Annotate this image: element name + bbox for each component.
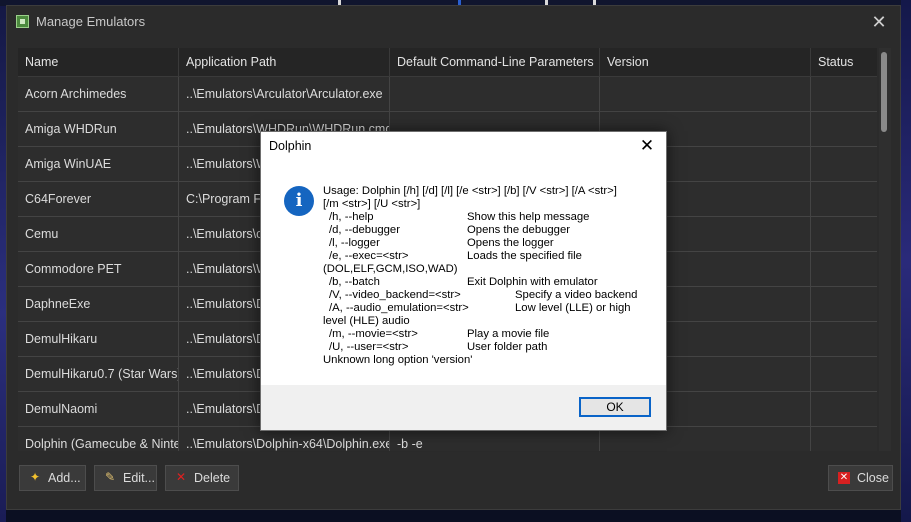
window-titlebar: Manage Emulators ✕: [7, 6, 900, 38]
option-line: /h, --help Show this help message: [323, 211, 653, 224]
edit-button[interactable]: ✎ Edit...: [94, 465, 157, 491]
option-wrap-line: (DOL,ELF,GCM,ISO,WAD): [323, 263, 653, 276]
cell-name: Amiga WinUAE: [18, 147, 179, 182]
option-flag: /m, --movie=<str>: [329, 328, 418, 340]
option-line: /l, --logger Opens the logger: [323, 237, 653, 250]
option-wrap-line: level (HLE) audio: [323, 315, 653, 328]
cell-status: [811, 112, 877, 147]
option-flag: /h, --help: [329, 211, 374, 223]
cell-name: DemulHikaru0.7 (Star Wars): [18, 357, 179, 392]
option-line: /V, --video_backend=<str> Specify a video…: [323, 289, 653, 302]
usage-line: Usage: Dolphin [/h] [/d] [/l] [/e <str>]…: [323, 185, 653, 198]
column-header-name[interactable]: Name: [18, 48, 179, 76]
option-flag: /l, --logger: [329, 237, 380, 249]
column-header-params[interactable]: Default Command-Line Parameters: [390, 48, 600, 76]
cell-status: [811, 217, 877, 252]
column-header-path[interactable]: Application Path: [179, 48, 390, 76]
cell-params: [390, 77, 600, 112]
delete-icon: ✕: [175, 470, 187, 484]
cell-name: Dolphin (Gamecube & Nintendo Wii): [18, 427, 179, 451]
option-line: /d, --debugger Opens the debugger: [323, 224, 653, 237]
usage-text: Usage: Dolphin [/h] [/d] [/l] [/e <str>]…: [323, 185, 617, 197]
cell-name: DemulHikaru: [18, 322, 179, 357]
dolphin-dialog: Dolphin ✕ i Usage: Dolphin [/h] [/d] [/l…: [260, 131, 667, 431]
option-line: /e, --exec=<str> Loads the specified file: [323, 250, 653, 263]
cell-name: Cemu: [18, 217, 179, 252]
dialog-title: Dolphin: [269, 139, 312, 153]
usage-text: [/m <str>] [/U <str>]: [323, 198, 421, 210]
add-icon: ✦: [29, 470, 41, 484]
cell-name: Amiga WHDRun: [18, 112, 179, 147]
table-row[interactable]: Acorn Archimedes ..\Emulators\Arculator\A…: [18, 77, 877, 112]
cell-status: [811, 252, 877, 287]
cell-status: [811, 322, 877, 357]
option-flag: /e, --exec=<str>: [329, 250, 409, 262]
cell-status: [811, 147, 877, 182]
dialog-close-icon[interactable]: ✕: [636, 135, 658, 157]
option-flag: /d, --debugger: [329, 224, 400, 236]
app-icon: [16, 15, 29, 28]
dialog-message: Usage: Dolphin [/h] [/d] [/l] [/e <str>]…: [323, 185, 653, 367]
option-wrap-text: level (HLE) audio: [323, 315, 410, 327]
cell-name: DaphneExe: [18, 287, 179, 322]
usage-line: [/m <str>] [/U <str>]: [323, 198, 653, 211]
option-desc: User folder path: [467, 341, 548, 353]
option-flag: /b, --batch: [329, 276, 380, 288]
cell-version: [600, 77, 811, 112]
option-line: /b, --batch Exit Dolphin with emulator: [323, 276, 653, 289]
table-header: Name Application Path Default Command-Li…: [18, 48, 877, 77]
scrollbar-thumb[interactable]: [881, 52, 887, 132]
add-button[interactable]: ✦ Add...: [19, 465, 86, 491]
desktop-background-right: [901, 0, 911, 522]
option-flag: /U, --user=<str>: [329, 341, 409, 353]
option-line: /U, --user=<str> User folder path: [323, 341, 653, 354]
close-button-label: Close: [857, 471, 889, 485]
cell-status: [811, 427, 877, 451]
option-desc: Play a movie file: [467, 328, 550, 340]
option-desc: Specify a video backend: [515, 289, 638, 301]
option-desc: Opens the logger: [467, 237, 554, 249]
option-line: /A, --audio_emulation=<str> Low level (LL…: [323, 302, 653, 315]
option-desc: Show this help message: [467, 211, 590, 223]
cell-status: [811, 392, 877, 427]
cell-status: [811, 182, 877, 217]
edit-button-label: Edit...: [123, 471, 155, 485]
delete-button-label: Delete: [194, 471, 231, 485]
table-scrollbar[interactable]: [879, 48, 891, 451]
cell-name: Acorn Archimedes: [18, 77, 179, 112]
option-flag: /A, --audio_emulation=<str>: [329, 302, 469, 314]
cell-path: ..\Emulators\Arculator\Arculator.exe: [179, 77, 390, 112]
cell-name: DemulNaomi: [18, 392, 179, 427]
column-header-status[interactable]: Status: [811, 48, 877, 76]
option-desc: Loads the specified file: [467, 250, 582, 262]
cell-name: Commodore PET: [18, 252, 179, 287]
add-button-label: Add...: [48, 471, 81, 485]
ok-button[interactable]: OK: [579, 397, 651, 417]
cell-status: [811, 287, 877, 322]
option-flag: /V, --video_backend=<str>: [329, 289, 461, 301]
option-line: /m, --movie=<str> Play a movie file: [323, 328, 653, 341]
cell-status: [811, 357, 877, 392]
option-desc: Low level (LLE) or high: [515, 302, 631, 314]
error-line: Unknown long option 'version': [323, 354, 653, 367]
window-title: Manage Emulators: [36, 14, 146, 29]
option-desc: Opens the debugger: [467, 224, 571, 236]
option-wrap-text: (DOL,ELF,GCM,ISO,WAD): [323, 263, 458, 275]
error-text: Unknown long option 'version': [323, 354, 473, 366]
dialog-footer: OK: [261, 385, 666, 430]
cell-status: [811, 77, 877, 112]
delete-button[interactable]: ✕ Delete: [165, 465, 239, 491]
close-button[interactable]: ✕ Close: [828, 465, 893, 491]
close-icon: ✕: [838, 472, 850, 484]
cell-name: C64Forever: [18, 182, 179, 217]
window-close-icon[interactable]: ✕: [868, 11, 890, 33]
option-desc: Exit Dolphin with emulator: [467, 276, 598, 288]
information-icon: i: [284, 186, 314, 216]
pencil-icon: ✎: [104, 470, 116, 484]
column-header-version[interactable]: Version: [600, 48, 811, 76]
